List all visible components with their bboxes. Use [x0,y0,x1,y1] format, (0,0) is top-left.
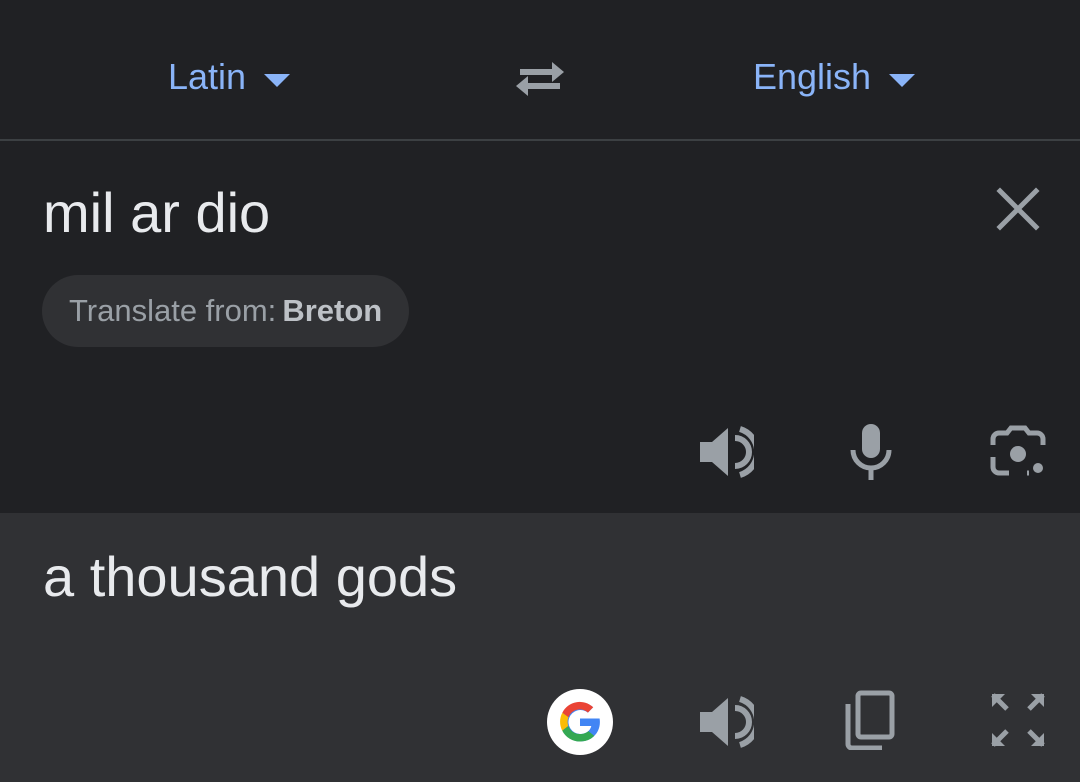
speaker-icon [700,696,754,748]
microphone-icon [850,424,892,480]
listen-source-button[interactable] [692,420,756,484]
detected-language-chip[interactable]: Translate from: Breton [42,275,410,347]
close-icon [996,187,1040,231]
camera-icon [990,425,1046,476]
listen-translation-button[interactable] [692,690,756,754]
swap-arrows-icon [516,62,564,96]
target-language-selector[interactable]: English [753,54,916,100]
chevron-down-icon [264,73,291,87]
translation-text: a thousand gods [43,545,458,608]
chevron-down-icon [889,73,916,87]
clear-input-button[interactable] [994,185,1042,233]
source-language-label: Latin [168,56,247,97]
chip-prefix: Translate from: [69,293,277,328]
voice-input-button[interactable] [839,420,903,484]
detected-language: Breton [282,293,383,328]
google-search-button[interactable] [547,689,613,755]
copy-translation-button[interactable] [838,688,902,752]
copy-icon [845,690,895,750]
source-text-input[interactable]: mil ar dio [43,181,270,245]
target-language-label: English [753,56,872,97]
input-panel: mil ar dio Translate from: Breton [0,141,1080,513]
speaker-icon [700,426,754,478]
fullscreen-icon [991,693,1045,747]
swap-languages-button[interactable] [512,56,568,100]
language-bar: Latin English [0,0,1080,141]
fullscreen-button[interactable] [986,688,1050,752]
source-language-selector[interactable]: Latin [168,54,291,100]
google-logo-icon [560,701,600,742]
output-panel: a thousand gods [0,513,1080,782]
camera-translate-button[interactable] [986,420,1050,484]
